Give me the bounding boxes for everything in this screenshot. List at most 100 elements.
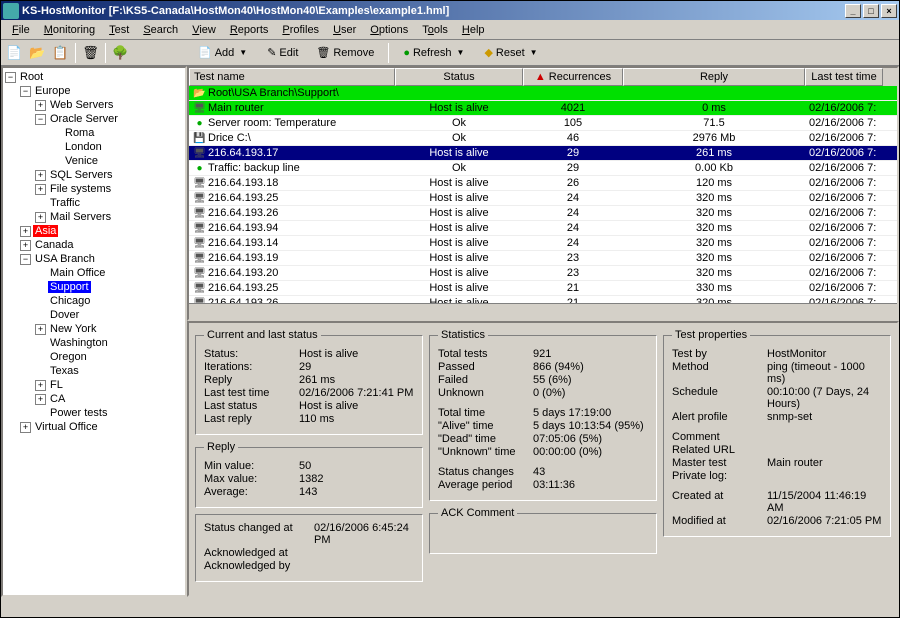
- maximize-button[interactable]: □: [863, 4, 879, 18]
- table-row[interactable]: 🖥216.64.193.19Host is alive23320 ms02/16…: [189, 251, 897, 266]
- table-row[interactable]: 🖥216.64.193.25Host is alive21330 ms02/16…: [189, 281, 897, 296]
- col-name[interactable]: Test name: [189, 68, 395, 86]
- temp-icon: ●: [193, 117, 206, 130]
- tree-power[interactable]: Power tests: [5, 406, 183, 420]
- menu-search[interactable]: Search: [136, 22, 185, 38]
- tree-fl[interactable]: +FL: [5, 378, 183, 392]
- reset-button[interactable]: ◆Reset▼: [477, 42, 546, 64]
- toolbar-open-icon[interactable]: 📂: [26, 42, 49, 64]
- detail-pane[interactable]: Current and last status Status:Host is a…: [187, 321, 899, 597]
- props-legend: Test properties: [672, 329, 750, 341]
- table-row[interactable]: 🖥216.64.193.26Host is alive24320 ms02/16…: [189, 206, 897, 221]
- statistics-group: Statistics Total tests921 Passed866 (94%…: [429, 329, 657, 501]
- menu-reports[interactable]: Reports: [223, 22, 276, 38]
- host-icon: 🖥: [193, 102, 206, 115]
- menu-user[interactable]: User: [326, 22, 363, 38]
- titlebar: KS-HostMonitor [F:\KS5-Canada\HostMon40\…: [1, 1, 899, 20]
- tree-traffic[interactable]: Traffic: [5, 196, 183, 210]
- tree-root[interactable]: −Root: [5, 70, 183, 84]
- tree-main[interactable]: Main Office: [5, 266, 183, 280]
- test-grid: Test name Status ▲ Recurrences Reply Las…: [187, 66, 899, 321]
- stats-legend: Statistics: [438, 329, 488, 341]
- tree-roma[interactable]: Roma: [5, 126, 183, 140]
- tree-chicago[interactable]: Chicago: [5, 294, 183, 308]
- table-row[interactable]: 🖥216.64.193.17Host is alive29261 ms02/16…: [189, 146, 897, 161]
- breadcrumb-row[interactable]: 📂Root\USA Branch\Support\: [189, 86, 897, 101]
- table-row[interactable]: 🖥216.64.193.94Host is alive24320 ms02/16…: [189, 221, 897, 236]
- col-time[interactable]: Last test time: [805, 68, 883, 86]
- menu-tools[interactable]: Tools: [415, 22, 455, 38]
- tree-texas[interactable]: Texas: [5, 364, 183, 378]
- horizontal-scrollbar[interactable]: [189, 303, 897, 319]
- menu-monitoring[interactable]: Monitoring: [37, 22, 102, 38]
- add-button[interactable]: 📄Add▼: [191, 42, 256, 64]
- host-icon: 🖥: [193, 237, 206, 250]
- folder-icon: 📂: [193, 87, 206, 100]
- menubar: File Monitoring Test Search View Reports…: [1, 20, 899, 40]
- remove-button[interactable]: 🗑Remove: [309, 42, 381, 64]
- drive-icon: 💾: [193, 132, 206, 145]
- table-row[interactable]: 🖥216.64.193.18Host is alive26120 ms02/16…: [189, 176, 897, 191]
- grid-body[interactable]: 📂Root\USA Branch\Support\🖥Main routerHos…: [189, 86, 897, 303]
- reset-icon: ◆: [484, 46, 492, 59]
- tree-europe[interactable]: −Europe: [5, 84, 183, 98]
- table-row[interactable]: 🖥216.64.193.25Host is alive24320 ms02/16…: [189, 191, 897, 206]
- table-row[interactable]: ●Traffic: backup lineOk290.00 Kb02/16/20…: [189, 161, 897, 176]
- tree-asia[interactable]: +Asia: [5, 224, 183, 238]
- tree-ca[interactable]: +CA: [5, 392, 183, 406]
- tree-venice[interactable]: Venice: [5, 154, 183, 168]
- tree-ny[interactable]: +New York: [5, 322, 183, 336]
- tree-dover[interactable]: Dover: [5, 308, 183, 322]
- toolbar-delete-icon[interactable]: 🗑: [79, 42, 102, 64]
- table-row[interactable]: 🖥216.64.193.20Host is alive23320 ms02/16…: [189, 266, 897, 281]
- col-reply[interactable]: Reply: [623, 68, 805, 86]
- host-icon: 🖥: [193, 147, 206, 160]
- toolbar-copy-icon[interactable]: 📋: [49, 42, 72, 64]
- tree-sql[interactable]: +SQL Servers: [5, 168, 183, 182]
- toolbar-tree-icon[interactable]: 🌳: [109, 42, 132, 64]
- properties-group: Test properties Test byHostMonitor Metho…: [663, 329, 891, 537]
- toolbar-new-icon[interactable]: 📄: [3, 42, 26, 64]
- table-row[interactable]: 💾Drice C:\Ok462976 Mb02/16/2006 7:: [189, 131, 897, 146]
- tree-oregon[interactable]: Oregon: [5, 350, 183, 364]
- tree-canada[interactable]: +Canada: [5, 238, 183, 252]
- reply-group: Reply Min value:50 Max value:1382 Averag…: [195, 441, 423, 508]
- minimize-button[interactable]: _: [845, 4, 861, 18]
- status-legend: Current and last status: [204, 329, 321, 341]
- table-row[interactable]: ●Server room: TemperatureOk10571.502/16/…: [189, 116, 897, 131]
- tree-usa[interactable]: −USA Branch: [5, 252, 183, 266]
- close-button[interactable]: ×: [881, 4, 897, 18]
- edit-button[interactable]: ✎Edit: [260, 42, 305, 64]
- col-recurrences[interactable]: ▲ Recurrences: [523, 68, 623, 86]
- chevron-down-icon[interactable]: ▼: [528, 48, 540, 57]
- menu-profiles[interactable]: Profiles: [275, 22, 326, 38]
- tree-virtual[interactable]: +Virtual Office: [5, 420, 183, 434]
- col-status[interactable]: Status: [395, 68, 523, 86]
- table-row[interactable]: 🖥216.64.193.14Host is alive24320 ms02/16…: [189, 236, 897, 251]
- menu-options[interactable]: Options: [363, 22, 415, 38]
- menu-help[interactable]: Help: [455, 22, 492, 38]
- tree-fs[interactable]: +File systems: [5, 182, 183, 196]
- menu-file[interactable]: File: [5, 22, 37, 38]
- tree-web[interactable]: +Web Servers: [5, 98, 183, 112]
- tree-mail[interactable]: +Mail Servers: [5, 210, 183, 224]
- menu-view[interactable]: View: [185, 22, 223, 38]
- chevron-down-icon[interactable]: ▼: [237, 48, 249, 57]
- refresh-button[interactable]: ●Refresh▼: [396, 42, 473, 64]
- tree-pane[interactable]: −Root −Europe +Web Servers −Oracle Serve…: [1, 66, 187, 597]
- ack-comment-group: ACK Comment: [429, 507, 657, 554]
- edit-icon: ✎: [267, 46, 276, 59]
- tree-oracle[interactable]: −Oracle Server: [5, 112, 183, 126]
- menu-test[interactable]: Test: [102, 22, 136, 38]
- tree-support[interactable]: Support: [5, 280, 183, 294]
- tree-wash[interactable]: Washington: [5, 336, 183, 350]
- tree-london[interactable]: London: [5, 140, 183, 154]
- add-icon: 📄: [198, 46, 212, 59]
- host-icon: 🖥: [193, 192, 206, 205]
- host-icon: 🖥: [193, 207, 206, 220]
- ack-comment-legend: ACK Comment: [438, 507, 517, 519]
- host-icon: 🖥: [193, 222, 206, 235]
- chevron-down-icon[interactable]: ▼: [455, 48, 467, 57]
- table-row[interactable]: 🖥216.64.193.26Host is alive21320 ms02/16…: [189, 296, 897, 303]
- table-row[interactable]: 🖥Main routerHost is alive40210 ms02/16/2…: [189, 101, 897, 116]
